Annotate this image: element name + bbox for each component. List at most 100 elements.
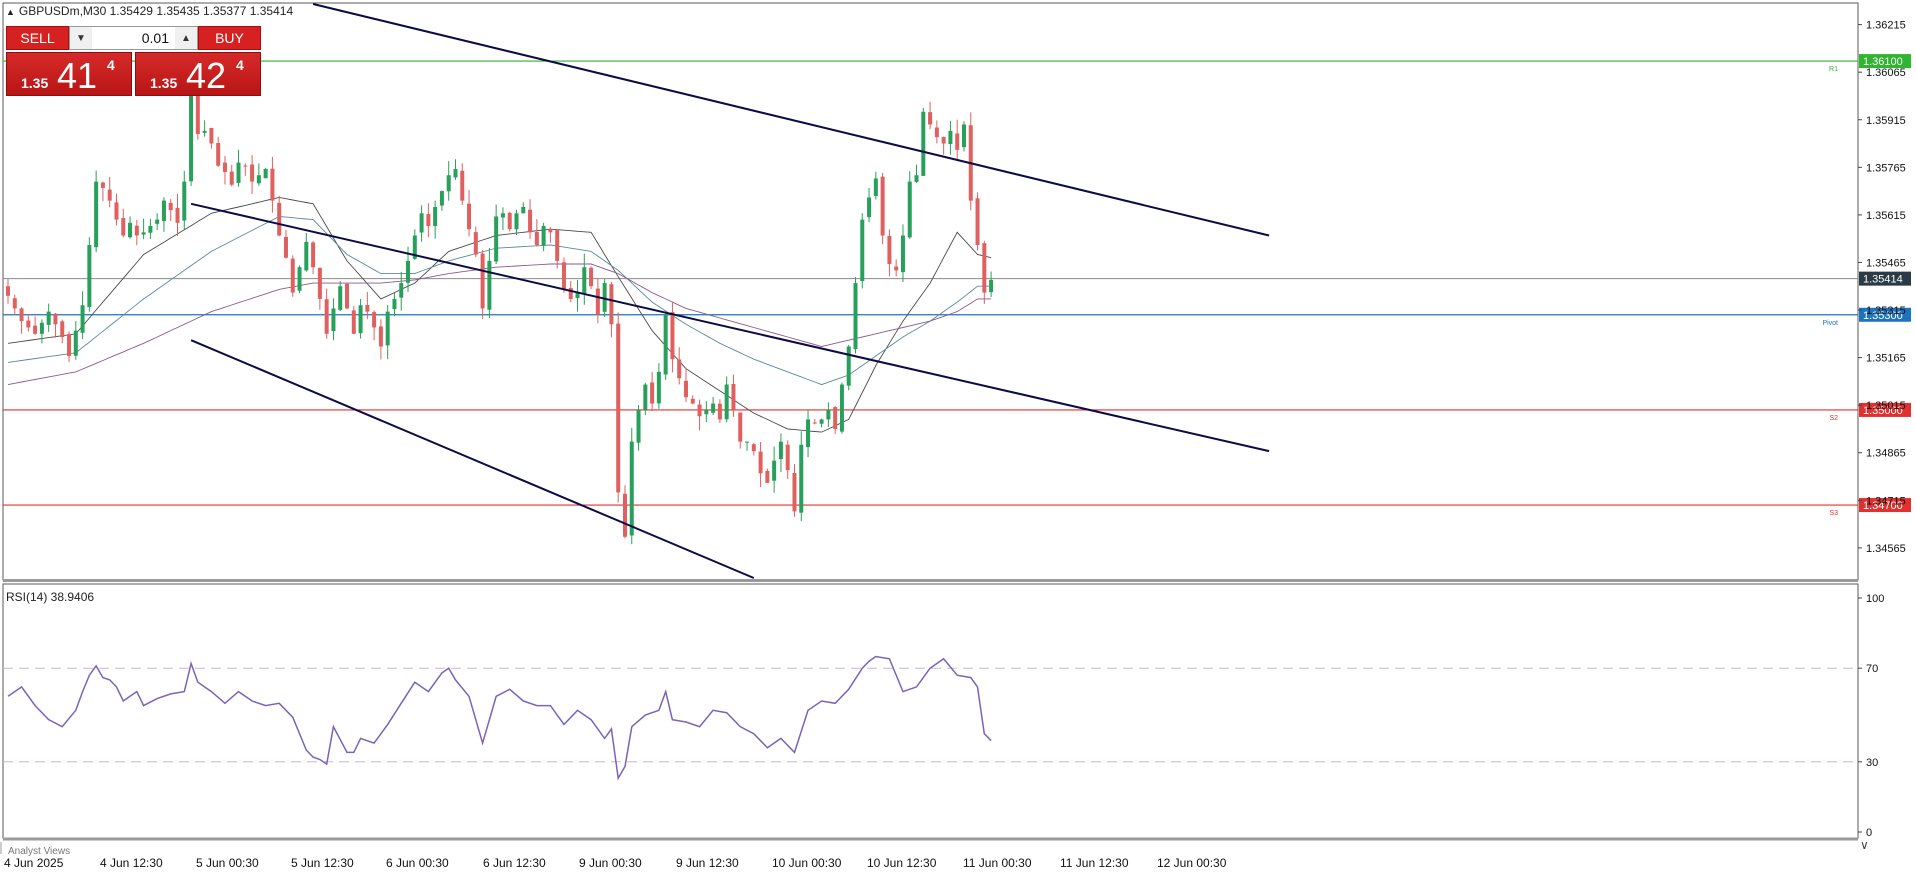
candle-body — [561, 262, 566, 290]
candle — [914, 164, 919, 183]
buy-price-box[interactable]: 1.35 42 4 — [135, 52, 261, 96]
candle — [324, 288, 329, 339]
candle-body — [609, 284, 614, 325]
candle-body — [819, 419, 824, 424]
moving-average-slow — [7, 263, 992, 386]
candle — [290, 255, 295, 297]
candle — [812, 419, 817, 425]
candle-body — [94, 181, 99, 248]
candle — [955, 119, 960, 162]
candle-body — [521, 206, 526, 214]
lot-decrease-icon[interactable]: ▼ — [70, 27, 92, 49]
candle — [772, 446, 777, 493]
candle — [853, 277, 858, 354]
candle — [989, 271, 994, 298]
candle-body — [338, 286, 343, 310]
candle — [6, 279, 10, 304]
trend-line-channel-top[interactable] — [312, 3, 1270, 237]
candle-body — [60, 321, 65, 337]
candle — [100, 181, 105, 202]
candle-body — [304, 241, 309, 271]
candle — [39, 319, 44, 344]
candle — [839, 382, 844, 434]
candle — [616, 312, 621, 503]
lot-size-input[interactable] — [92, 27, 175, 49]
scroll-down-arrow-icon[interactable]: ∨ — [1860, 838, 1869, 852]
candle — [968, 112, 973, 211]
candle — [589, 266, 594, 290]
candle-body — [582, 267, 587, 294]
candle-body — [270, 168, 275, 201]
candle — [521, 202, 526, 214]
candle — [67, 331, 72, 362]
candle — [277, 195, 282, 237]
candle-body — [460, 170, 465, 201]
sell-price-main: 41 — [57, 55, 98, 96]
candle-body — [955, 133, 960, 150]
one-click-trading-panel: SELL ▼ ▲ BUY 1.35 41 4 1.35 42 4 — [6, 26, 261, 96]
candle-body — [290, 258, 295, 293]
sell-price-box[interactable]: 1.35 41 4 — [6, 52, 132, 96]
candle — [297, 265, 302, 294]
candle — [283, 229, 288, 259]
time-tick-label: 11 Jun 12:30 — [1060, 856, 1129, 870]
candle — [351, 306, 356, 335]
candle-body — [372, 312, 377, 328]
level-name-r1: R1 — [1829, 66, 1838, 73]
candle-body — [453, 168, 458, 178]
main-chart[interactable]: R1PivotS2S3 1.361001.353001.350001.34700… — [0, 0, 1916, 874]
candle — [345, 282, 349, 310]
candle — [656, 363, 661, 409]
buy-price-main: 42 — [186, 55, 227, 96]
candle — [236, 149, 241, 187]
candle — [860, 213, 865, 289]
sell-price-prefix: 1.35 — [21, 75, 49, 91]
candle — [880, 172, 885, 245]
candle — [12, 294, 17, 315]
candle — [270, 156, 275, 213]
candle — [419, 205, 424, 242]
rsi-tick-label: 30 — [1866, 757, 1878, 769]
candle-body — [256, 175, 261, 184]
candle — [128, 216, 133, 239]
candle — [778, 433, 783, 473]
candle-body — [53, 313, 58, 325]
candle-body — [643, 384, 648, 410]
candle-body — [846, 346, 851, 386]
candle-body — [758, 451, 763, 474]
candle-body — [589, 267, 594, 287]
time-tick-label: 4 Jun 2025 — [4, 856, 64, 870]
candle — [473, 226, 478, 258]
candle — [717, 399, 722, 423]
candle-body — [982, 243, 987, 293]
buy-button[interactable]: BUY — [198, 26, 261, 50]
trend-line-channel-bottom[interactable] — [190, 339, 755, 579]
candle-body — [222, 162, 227, 173]
candle-body — [378, 326, 383, 347]
candle — [982, 240, 987, 304]
collapse-triangle-icon[interactable]: ▲ — [6, 7, 15, 17]
symbol-info-text: GBPUSDm,M30 1.35429 1.35435 1.35377 1.35… — [18, 4, 294, 18]
candle-body — [711, 403, 716, 413]
lot-increase-icon[interactable]: ▲ — [175, 27, 197, 49]
sell-button[interactable]: SELL — [6, 26, 69, 50]
candle — [331, 298, 336, 341]
candle-body — [907, 181, 912, 238]
candle — [928, 101, 933, 130]
candle-body — [243, 165, 248, 167]
candle — [94, 170, 99, 253]
scrollbar-left-edge[interactable] — [0, 842, 2, 854]
candle — [724, 376, 729, 423]
moving-average-mid — [7, 216, 992, 386]
candle — [480, 250, 485, 320]
lot-size-control: ▼ ▲ — [69, 26, 198, 50]
candle — [948, 120, 953, 155]
candle-body — [663, 314, 668, 375]
candle-body — [555, 230, 560, 261]
candle — [175, 194, 180, 237]
candle — [697, 399, 702, 431]
candle-body — [745, 441, 750, 443]
candle-body — [216, 142, 221, 166]
candle-body — [433, 206, 438, 226]
candle — [141, 218, 146, 240]
